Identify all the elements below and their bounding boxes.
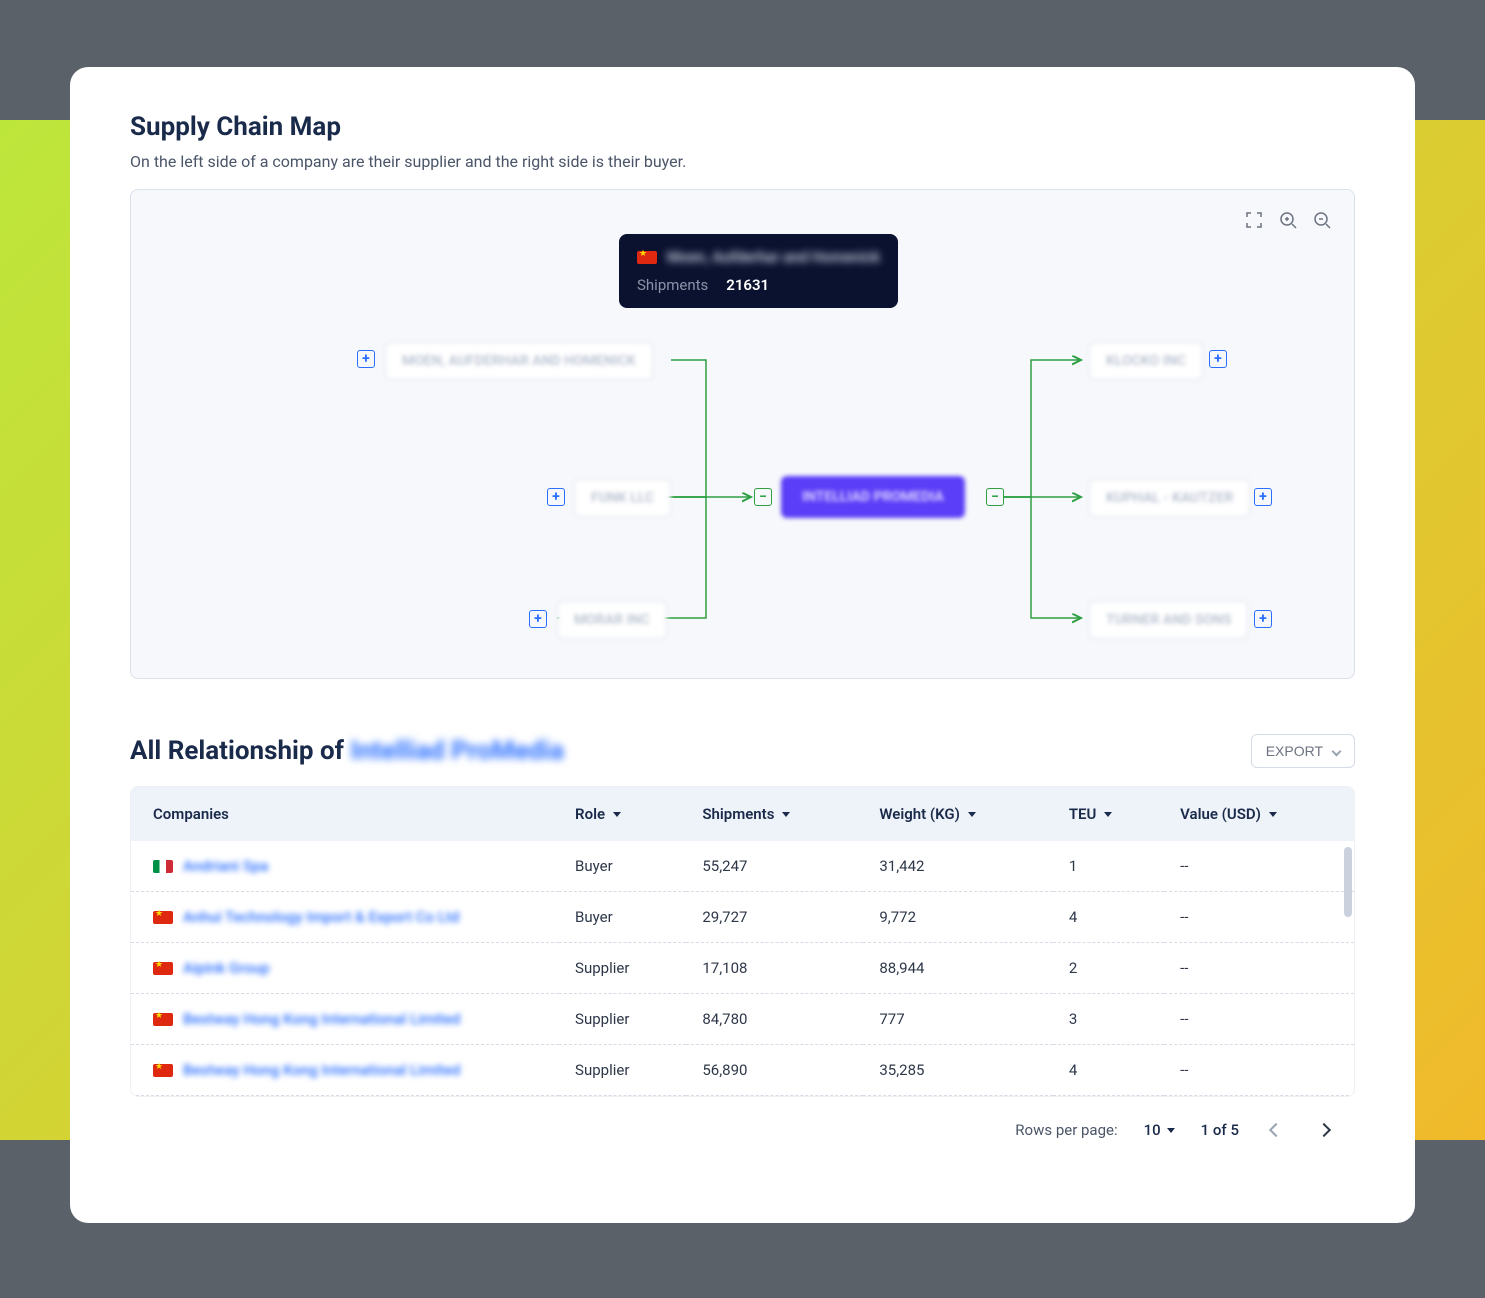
flag-icon (153, 1013, 173, 1026)
page-title: Supply Chain Map (130, 112, 1355, 142)
collapse-right[interactable]: − (986, 488, 1004, 506)
flag-icon (153, 962, 173, 975)
page-subtitle: On the left side of a company are their … (130, 152, 1355, 171)
cell-teu: 3 (1053, 994, 1164, 1045)
cell-weight: 9,772 (863, 892, 1052, 943)
table-row: Anhui Technology Import & Export Co Ltd … (131, 892, 1354, 943)
main-card: Supply Chain Map On the left side of a c… (70, 67, 1415, 1223)
prev-page-button[interactable] (1265, 1115, 1287, 1145)
buyer-node[interactable]: TURNER AND SONS (1089, 601, 1248, 639)
caret-down-icon (613, 812, 621, 817)
table-row: Andriani Spa Buyer 55,247 31,442 1 -- (131, 841, 1354, 892)
export-label: EXPORT (1266, 743, 1323, 759)
pagination: Rows per page: 10 1 of 5 (130, 1097, 1355, 1151)
supply-chain-map[interactable]: + MOEN, AUFDERHAR AND HOMENICK + FUNK LL… (130, 189, 1355, 679)
flag-icon (153, 860, 173, 873)
cell-value: -- (1164, 994, 1354, 1045)
col-companies: Companies (153, 805, 229, 823)
col-teu-sort[interactable]: TEU (1069, 805, 1148, 823)
cell-role: Supplier (559, 943, 686, 994)
scrollbar-thumb[interactable] (1344, 847, 1352, 917)
flag-icon (153, 911, 173, 924)
cell-value: -- (1164, 1045, 1354, 1096)
node-tooltip: Moen, Aufderhar and Homenick Shipments 2… (619, 234, 898, 308)
relationship-header: All Relationship of Intelliad ProMedia E… (130, 734, 1355, 768)
expand-buyer-2[interactable]: + (1254, 610, 1272, 628)
cell-weight: 777 (863, 994, 1052, 1045)
cell-role: Buyer (559, 841, 686, 892)
rows-per-page-label: Rows per page: (1015, 1121, 1117, 1139)
cell-teu: 4 (1053, 892, 1164, 943)
chevron-right-icon (1317, 1123, 1331, 1137)
cell-role: Buyer (559, 892, 686, 943)
relationship-title-prefix: All Relationship of (130, 736, 350, 766)
chevron-down-icon (1332, 746, 1342, 756)
supplier-node[interactable]: FUNK LLC (574, 479, 671, 517)
expand-supplier-2[interactable]: + (529, 610, 547, 628)
cell-shipments: 84,780 (686, 994, 863, 1045)
cell-teu: 1 (1053, 841, 1164, 892)
flag-icon (153, 1064, 173, 1077)
page-indicator: 1 of 5 (1201, 1121, 1239, 1139)
col-weight-sort[interactable]: Weight (KG) (879, 805, 1036, 823)
cell-weight: 31,442 (863, 841, 1052, 892)
supplier-node[interactable]: MOEN, AUFDERHAR AND HOMENICK (385, 342, 653, 380)
cell-shipments: 56,890 (686, 1045, 863, 1096)
expand-buyer-1[interactable]: + (1254, 488, 1272, 506)
tooltip-shipments-label: Shipments (637, 276, 708, 294)
cell-role: Supplier (559, 1045, 686, 1096)
zoom-in-icon[interactable] (1278, 210, 1298, 230)
company-link[interactable]: Bestway Hong Kong International Limited (183, 1061, 461, 1079)
relationship-company: Intelliad ProMedia (350, 736, 563, 766)
tooltip-shipments-value: 21631 (726, 276, 769, 294)
relationship-title: All Relationship of Intelliad ProMedia (130, 736, 564, 766)
center-company-node[interactable]: INTELLIAD PROMEDIA (781, 476, 965, 518)
expand-supplier-0[interactable]: + (357, 350, 375, 368)
tooltip-company-name: Moen, Aufderhar and Homenick (667, 248, 880, 266)
collapse-left[interactable]: − (754, 488, 772, 506)
buyer-node[interactable]: KLOCKO INC (1089, 342, 1203, 380)
export-button[interactable]: EXPORT (1251, 734, 1355, 768)
caret-down-icon (1269, 812, 1277, 817)
fullscreen-icon[interactable] (1244, 210, 1264, 230)
cell-shipments: 55,247 (686, 841, 863, 892)
relationship-table: Companies Role Shipments Weight (KG) TEU… (130, 786, 1355, 1097)
cell-shipments: 17,108 (686, 943, 863, 994)
cell-teu: 4 (1053, 1045, 1164, 1096)
company-link[interactable]: Aipink Group (183, 959, 270, 977)
company-link[interactable]: Andriani Spa (183, 857, 268, 875)
expand-supplier-1[interactable]: + (547, 488, 565, 506)
caret-down-icon (968, 812, 976, 817)
cell-weight: 88,944 (863, 943, 1052, 994)
flag-icon (637, 251, 657, 264)
zoom-out-icon[interactable] (1312, 210, 1332, 230)
table-row: Bestway Hong Kong International Limited … (131, 1045, 1354, 1096)
col-value-sort[interactable]: Value (USD) (1180, 805, 1338, 823)
cell-role: Supplier (559, 994, 686, 1045)
cell-teu: 2 (1053, 943, 1164, 994)
company-link[interactable]: Anhui Technology Import & Export Co Ltd (183, 908, 459, 926)
col-shipments-sort[interactable]: Shipments (702, 805, 847, 823)
map-controls (1244, 210, 1332, 230)
table-row: Aipink Group Supplier 17,108 88,944 2 -- (131, 943, 1354, 994)
buyer-node[interactable]: KUPHAL - KAUTZER (1089, 479, 1250, 517)
expand-buyer-0[interactable]: + (1209, 350, 1227, 368)
caret-down-icon (782, 812, 790, 817)
caret-down-icon (1167, 1128, 1175, 1133)
cell-value: -- (1164, 943, 1354, 994)
cell-value: -- (1164, 892, 1354, 943)
supplier-node[interactable]: MORAR INC (557, 601, 667, 639)
table-row: Bestway Hong Kong International Limited … (131, 994, 1354, 1045)
caret-down-icon (1104, 812, 1112, 817)
cell-shipments: 29,727 (686, 892, 863, 943)
next-page-button[interactable] (1313, 1115, 1335, 1145)
company-link[interactable]: Bestway Hong Kong International Limited (183, 1010, 461, 1028)
col-role-sort[interactable]: Role (575, 805, 670, 823)
chevron-left-icon (1269, 1123, 1283, 1137)
cell-weight: 35,285 (863, 1045, 1052, 1096)
cell-value: -- (1164, 841, 1354, 892)
rows-per-page-select[interactable]: 10 (1144, 1121, 1175, 1139)
